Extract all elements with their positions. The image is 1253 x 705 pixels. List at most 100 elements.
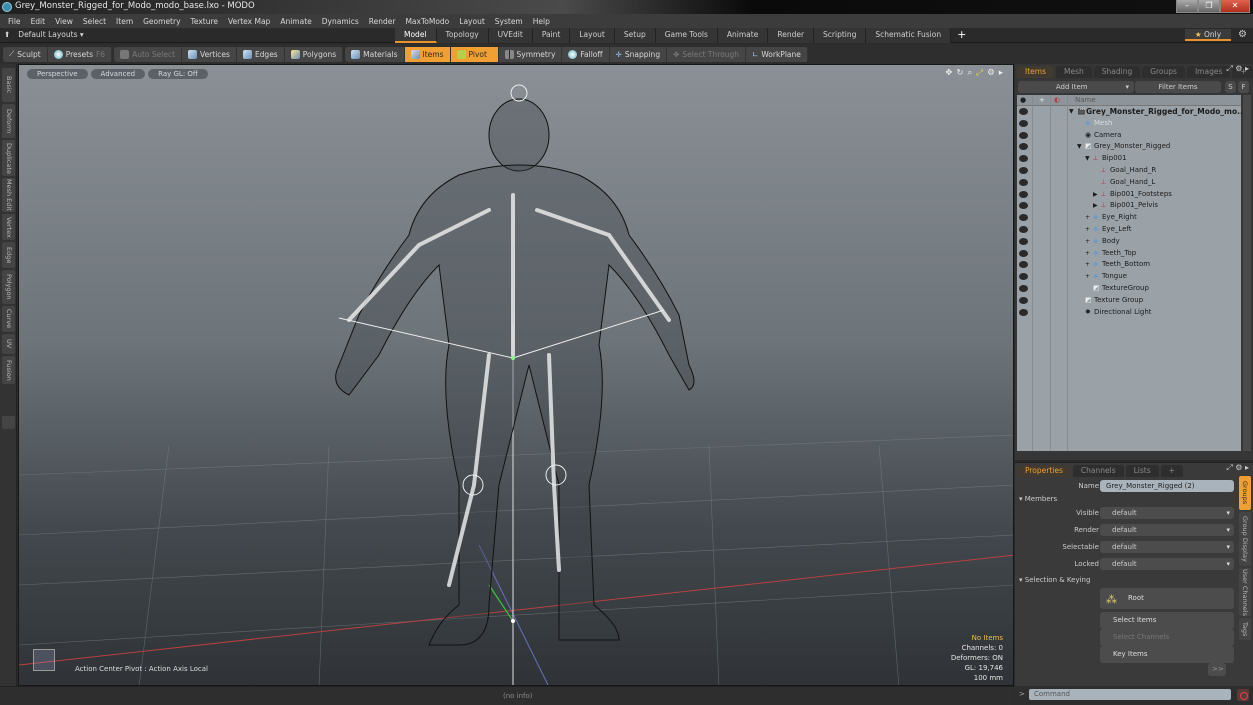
gear-icon[interactable]: ⚙	[1238, 29, 1247, 40]
eye-icon[interactable]	[1019, 214, 1028, 222]
pan-icon[interactable]: ✥	[945, 68, 952, 78]
rotate-icon[interactable]: ↻	[956, 68, 963, 78]
tree-row-directional-light[interactable]: ✹ Directional Light	[1017, 307, 1241, 319]
eye-icon[interactable]	[1019, 178, 1028, 186]
layout-tab-setup[interactable]: Setup	[614, 28, 656, 43]
eye-icon[interactable]	[1019, 237, 1028, 245]
tree-row-teeth-bottom[interactable]: + ◆ Teeth_Bottom	[1017, 259, 1241, 271]
close-button[interactable]: ✕	[1220, 0, 1250, 13]
layout-tab-scripting[interactable]: Scripting	[814, 28, 867, 43]
tree-row-body[interactable]: + ◆ Body	[1017, 236, 1241, 248]
menu-animate[interactable]: Animate	[275, 17, 316, 26]
menu-item[interactable]: Item	[111, 17, 138, 26]
expander-icon[interactable]: +	[1085, 236, 1090, 248]
layout-tab-schematic-fusion[interactable]: Schematic Fusion	[866, 28, 952, 43]
add-layout-tab-button[interactable]: +	[951, 28, 972, 43]
eye-icon[interactable]	[1019, 225, 1028, 233]
eye-icon[interactable]	[1019, 190, 1028, 198]
side-tab-groups[interactable]: Groups	[1239, 476, 1251, 510]
eye-icon[interactable]	[1019, 202, 1028, 210]
left-tab-edge[interactable]: Edge	[2, 242, 15, 268]
eye-icon[interactable]	[1019, 131, 1028, 139]
menu-help[interactable]: Help	[528, 17, 555, 26]
eye-icon[interactable]	[1019, 143, 1028, 151]
select-channels-button[interactable]: Select Channels	[1100, 629, 1234, 646]
eye-icon[interactable]	[1019, 261, 1028, 269]
eye-icon[interactable]	[1019, 284, 1028, 292]
items-tab-groups[interactable]: Groups	[1142, 66, 1185, 78]
more-button[interactable]: >>	[1208, 663, 1226, 676]
expander-icon[interactable]: ▼	[1069, 106, 1074, 118]
locked-dropdown[interactable]: default ▾	[1100, 558, 1234, 570]
tree-row-grey-monster-rigged[interactable]: ▼ ◩ Grey_Monster_Rigged	[1017, 141, 1241, 153]
tree-row-eye-left[interactable]: + ◆ Eye_Left	[1017, 224, 1241, 236]
eye-icon[interactable]	[1019, 166, 1028, 174]
layout-tab-game-tools[interactable]: Game Tools	[655, 28, 718, 43]
menu-vertex-map[interactable]: Vertex Map	[223, 17, 275, 26]
left-tab-uv[interactable]: UV	[2, 334, 15, 354]
layout-pin-icon[interactable]: ⬆	[4, 30, 10, 39]
add-item-dropdown[interactable]: Add Item ▾	[1018, 81, 1134, 93]
side-tab-tags[interactable]: Tags	[1239, 618, 1251, 640]
s-button[interactable]: S	[1225, 81, 1236, 93]
viewport-settings-icon[interactable]: ⚙	[987, 68, 995, 78]
eye-icon[interactable]	[1019, 273, 1028, 281]
selectable-dropdown[interactable]: default ▾	[1100, 541, 1234, 553]
left-tab-basic[interactable]: Basic	[2, 68, 15, 102]
expander-icon[interactable]: ▼	[1077, 141, 1082, 153]
side-tab-user-channels[interactable]: User Channels	[1239, 568, 1251, 616]
properties-tab-properties[interactable]: Properties	[1017, 465, 1071, 477]
tree-row-texture-group[interactable]: ◩ Texture Group	[1017, 295, 1241, 307]
fit-icon[interactable]: ⤢	[976, 68, 983, 78]
minimize-button[interactable]: –	[1176, 0, 1198, 13]
tree-row-teeth-top[interactable]: + ◆ Teeth_Top	[1017, 248, 1241, 260]
left-tab-fusion[interactable]: Fusion	[2, 356, 15, 384]
presets-button[interactable]: Presets F6	[48, 46, 113, 62]
raygl-button[interactable]: Ray GL: Off	[148, 69, 208, 79]
add-properties-tab-button[interactable]: +	[1160, 465, 1183, 477]
eye-icon[interactable]	[1019, 308, 1028, 316]
items-tab-mesh[interactable]: Mesh ...	[1055, 66, 1092, 88]
root-button[interactable]: ⁂ Root	[1100, 588, 1234, 609]
expander-icon[interactable]: +	[1085, 212, 1090, 224]
render-dropdown[interactable]: default ▾	[1100, 524, 1234, 536]
left-tab-duplicate[interactable]: Duplicate	[2, 140, 15, 176]
menu-system[interactable]: System	[490, 17, 528, 26]
tree-row-texturegroup[interactable]: ◩ TextureGroup	[1017, 283, 1241, 295]
tree-row-goal-hand-r[interactable]: ⟂ Goal_Hand_R	[1017, 165, 1241, 177]
auto-select-button[interactable]: Auto Select	[114, 46, 183, 62]
workplane-button[interactable]: ∟ WorkPlane	[746, 46, 808, 62]
left-tab-collapse[interactable]	[2, 416, 15, 429]
tree-row-bip001-footsteps[interactable]: ▶ ⟂ Bip001_Footsteps	[1017, 189, 1241, 201]
zoom-icon[interactable]: ⌕	[968, 68, 973, 78]
layout-tab-topology[interactable]: Topology	[436, 28, 489, 43]
vertices-button[interactable]: Vertices	[182, 46, 237, 62]
f-button[interactable]: F	[1238, 81, 1249, 93]
perspective-view-button[interactable]: Perspective	[27, 69, 88, 79]
layout-tab-layout[interactable]: Layout	[570, 28, 615, 43]
properties-tab-lists[interactable]: Lists	[1125, 465, 1159, 477]
menu-edit[interactable]: Edit	[26, 17, 51, 26]
left-tab-polygon[interactable]: Polygon	[2, 270, 15, 304]
visible-dropdown[interactable]: default ▾	[1100, 507, 1234, 519]
tree-row-bip001-pelvis[interactable]: ▶ ⟂ Bip001_Pelvis	[1017, 200, 1241, 212]
lock-column-icon[interactable]: ◐	[1054, 96, 1060, 104]
command-input[interactable]: Command	[1029, 689, 1231, 700]
items-mode-button[interactable]: Items	[404, 46, 451, 62]
expander-icon[interactable]: +	[1085, 271, 1090, 283]
falloff-button[interactable]: Falloff	[562, 46, 610, 62]
pivot-button[interactable]: Pivot	[450, 46, 499, 62]
properties-options-icon[interactable]: ⤢ ⚙ ▸	[1226, 463, 1249, 473]
menu-texture[interactable]: Texture	[186, 17, 223, 26]
default-layouts-dropdown[interactable]: Default Layouts ▾	[18, 30, 83, 39]
menu-layout[interactable]: Layout	[454, 17, 490, 26]
filter-items-input[interactable]: Filter Items	[1135, 81, 1221, 93]
layout-tab-render[interactable]: Render	[768, 28, 815, 43]
add-column-icon[interactable]: +	[1039, 96, 1045, 104]
items-tab-shading[interactable]: Shading	[1093, 66, 1141, 78]
menu-file[interactable]: File	[3, 17, 26, 26]
layout-tab-animate[interactable]: Animate	[717, 28, 769, 43]
expander-icon[interactable]: ▼	[1085, 153, 1090, 165]
members-section[interactable]: ▾ Members	[1019, 495, 1057, 503]
materials-button[interactable]: Materials	[345, 46, 405, 62]
